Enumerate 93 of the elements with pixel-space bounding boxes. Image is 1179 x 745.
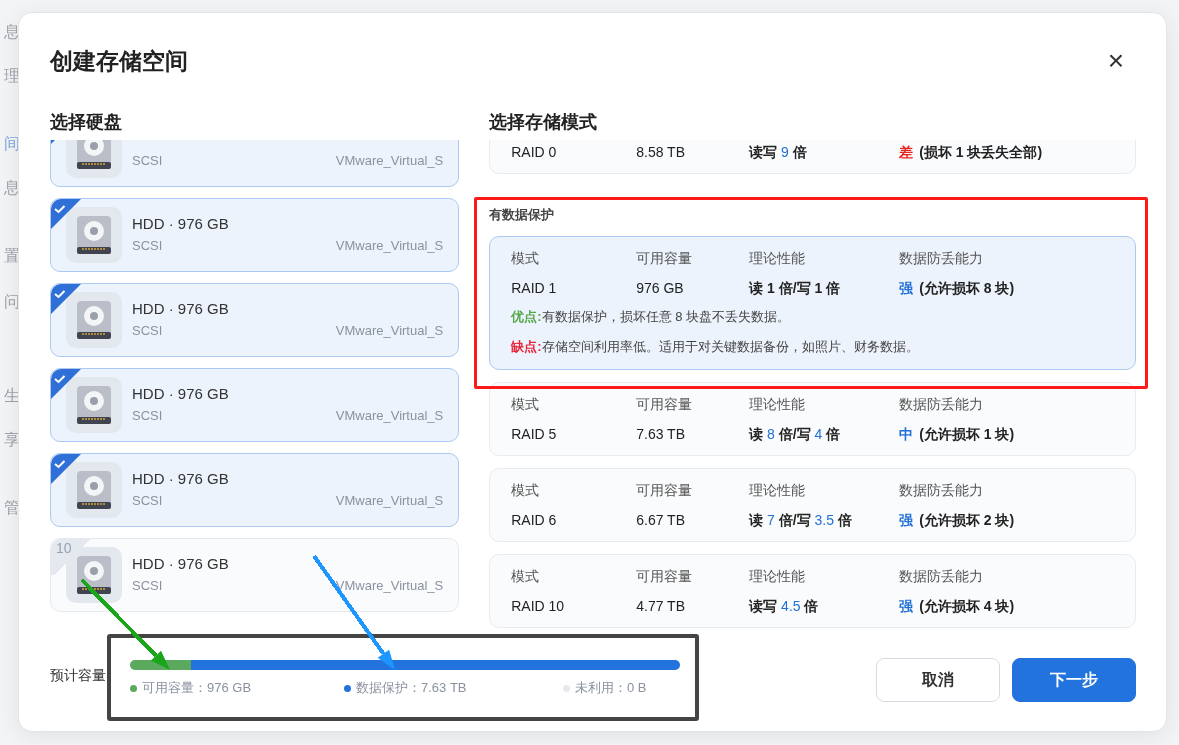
disk-model: VMware_Virtual_S: [335, 407, 444, 426]
column-label: 可用容量: [636, 482, 693, 498]
check-corner-icon: [51, 454, 81, 484]
raid-mode: RAID 10: [511, 598, 565, 614]
raid-mode: RAID 5: [511, 426, 557, 442]
disk-title: HDD · 976 GB: [132, 554, 230, 575]
pros-label: 优点:: [511, 308, 542, 326]
disk-card[interactable]: HDD · 976 GB SCSI VMware_Virtual_S: [50, 198, 460, 272]
disk-title: HDD · 976 GB: [132, 214, 230, 235]
performance-value: 读 7 倍/写 3.5 倍: [749, 512, 852, 528]
check-corner-icon: [51, 284, 81, 314]
column-label: 数据防丢能力: [899, 250, 984, 266]
disk-title: HDD · 976 GB: [132, 299, 230, 320]
disk-interface: SCSI: [132, 407, 163, 426]
next-button[interactable]: 下一步: [1012, 658, 1136, 702]
hard-drive-icon: [76, 300, 112, 340]
cons-text: 存储空间利用率低。适用于对关键数据备份，如照片、财务数据。: [541, 338, 919, 356]
raid-mode: RAID 0: [511, 144, 557, 160]
performance-value: 读 1 倍/写 1 倍: [749, 280, 841, 296]
column-label: 可用容量: [636, 250, 693, 266]
cons-label: 缺点:: [511, 338, 542, 356]
rating-level: 强: [899, 511, 914, 530]
capacity-value: 6.67 TB: [636, 512, 685, 528]
rating-note: (允许损坏 2 块): [919, 511, 1015, 530]
performance-value: 读写 4.5 倍: [749, 598, 819, 614]
disk-interface: SCSI: [132, 152, 163, 171]
column-label: 可用容量: [636, 396, 693, 412]
raid-card[interactable]: 模式 可用容量 理论性能 数据防丢能力 RAID 6 6.67 TB 读 7 倍/写 3.5 倍 强 (允许损坏 2 块): [489, 468, 1136, 542]
column-label: 模式: [511, 568, 540, 584]
column-label: 数据防丢能力: [899, 568, 984, 584]
dialog-title: 创建存储空间: [50, 47, 188, 76]
rating-note: (允许损坏 4 块): [919, 597, 1015, 616]
capacity-value: 976 GB: [636, 280, 684, 296]
disk-title: HDD · 976 GB: [132, 384, 230, 405]
hard-drive-icon: [76, 140, 112, 170]
disk-interface: SCSI: [132, 322, 163, 341]
hard-drive-icon: [76, 215, 112, 255]
rating-level: 强: [899, 279, 914, 298]
section-heading: 选择硬盘: [50, 111, 123, 134]
legend-label: 可用容量：976 GB: [142, 679, 252, 697]
section-label: 有数据保护: [489, 206, 556, 224]
raid-card[interactable]: 模式 可用容量 理论性能 数据防丢能力 RAID 1 976 GB 读 1 倍/写 1 倍 强 (允许损坏 8 块) 优点:有数据保护，损坏任意 8 块盘不丢失数据。 缺点:存储空间利用率低。适用于对关键数据备份，如照片、财务数据。: [489, 236, 1136, 370]
column-label: 理论性能: [749, 396, 806, 412]
check-corner-icon: [51, 199, 81, 229]
disk-model: VMware_Virtual_S: [335, 492, 444, 511]
capacity-value: 8.58 TB: [636, 144, 685, 160]
column-label: 模式: [511, 482, 540, 498]
check-corner-icon: [51, 369, 81, 399]
raid-mode: RAID 6: [511, 512, 557, 528]
rating-level: 中: [899, 425, 914, 444]
disk-card[interactable]: HDD · 976 GB SCSI VMware_Virtual_S: [50, 453, 460, 527]
pros-text: 有数据保护，损坏任意 8 块盘不丢失数据。: [541, 308, 791, 326]
column-label: 数据防丢能力: [899, 396, 984, 412]
hard-drive-icon: [76, 555, 112, 595]
column-label: 模式: [511, 396, 540, 412]
rating-level: 强: [899, 597, 914, 616]
column-label: 数据防丢能力: [899, 482, 984, 498]
disk-card[interactable]: HDD · 976 GB SCSI VMware_Virtual_S: [50, 368, 460, 442]
performance-value: 读 8 倍/写 4 倍: [749, 426, 841, 442]
rating-note: (允许损坏 1 块): [919, 425, 1015, 444]
disk-card[interactable]: HDD · 976 GB SCSI VMware_Virtual_S: [50, 283, 460, 357]
performance-value: 读写 9 倍: [749, 144, 807, 160]
column-label: 理论性能: [749, 250, 806, 266]
disk-model: VMware_Virtual_S: [335, 322, 444, 341]
cancel-button[interactable]: 取消: [876, 658, 1000, 702]
disk-title: HDD · 976 GB: [132, 469, 230, 490]
raid-card[interactable]: 模式 可用容量 理论性能 数据防丢能力 RAID 5 7.63 TB 读 8 倍/写 4 倍 中 (允许损坏 1 块): [489, 382, 1136, 456]
rating-note: (损坏 1 块丢失全部): [919, 143, 1043, 162]
hard-drive-icon: [76, 385, 112, 425]
disk-interface: SCSI: [132, 492, 163, 511]
raid-card[interactable]: 模式 可用容量 理论性能 数据防丢能力 RAID 10 4.77 TB 读写 4.5 倍 强 (允许损坏 4 块): [489, 554, 1136, 628]
disk-interface: SCSI: [132, 577, 163, 596]
column-label: 可用容量: [636, 568, 693, 584]
column-label: 理论性能: [749, 482, 806, 498]
raid-mode: RAID 1: [511, 280, 557, 296]
disk-model: VMware_Virtual_S: [335, 237, 444, 256]
disk-card[interactable]: HDD · 976 GB SCSI VMware_Virtual_S 10: [50, 538, 460, 612]
disk-interface: SCSI: [132, 237, 163, 256]
column-label: 理论性能: [749, 568, 806, 584]
close-button[interactable]: ×: [1102, 47, 1130, 75]
legend-label: 未利用：0 B: [575, 679, 647, 697]
legend-label: 数据保护：7.63 TB: [356, 679, 467, 697]
section-heading: 选择存储模式: [489, 111, 599, 134]
capacity-label: 预计容量: [50, 666, 107, 684]
column-label: 模式: [511, 250, 540, 266]
disk-model: VMware_Virtual_S: [335, 577, 444, 596]
hard-drive-icon: [76, 470, 112, 510]
rating-level: 差: [899, 143, 914, 162]
capacity-value: 7.63 TB: [636, 426, 685, 442]
disk-model: VMware_Virtual_S: [335, 152, 444, 171]
rating-note: (允许损坏 8 块): [919, 279, 1015, 298]
capacity-value: 4.77 TB: [636, 598, 685, 614]
raid-card[interactable]: RAID 0 8.58 TB 读写 9 倍 差 (损坏 1 块丢失全部): [489, 140, 1136, 174]
